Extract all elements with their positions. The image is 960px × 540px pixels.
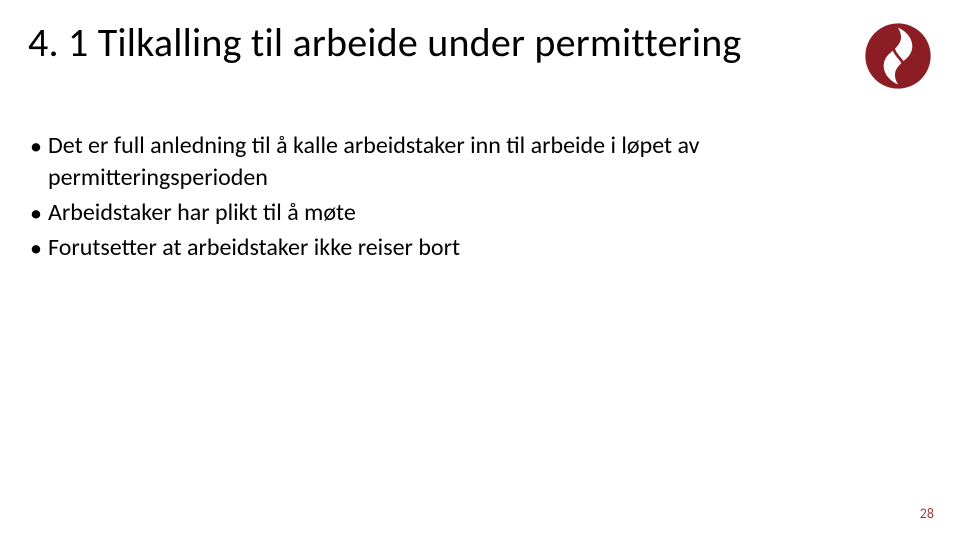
logo-icon (864, 22, 932, 90)
page-number: 28 (920, 505, 934, 522)
bullet-text: Arbeidstaker har plikt til å møte (48, 197, 900, 229)
bullet-list: • Det er full anledning til å kalle arbe… (30, 130, 900, 268)
list-item: • Arbeidstaker har plikt til å møte (30, 197, 900, 230)
list-item: • Forutsetter at arbeidstaker ikke reise… (30, 232, 900, 265)
slide-title: 4. 1 Tilkalling til arbeide under permit… (28, 18, 741, 67)
bullet-text: Forutsetter at arbeidstaker ikke reiser … (48, 232, 900, 264)
bullet-icon: • (30, 232, 48, 265)
organization-logo (864, 22, 932, 90)
list-item: • Det er full anledning til å kalle arbe… (30, 130, 900, 195)
bullet-text: Det er full anledning til å kalle arbeid… (48, 130, 900, 195)
bullet-icon: • (30, 197, 48, 230)
bullet-icon: • (30, 130, 48, 163)
